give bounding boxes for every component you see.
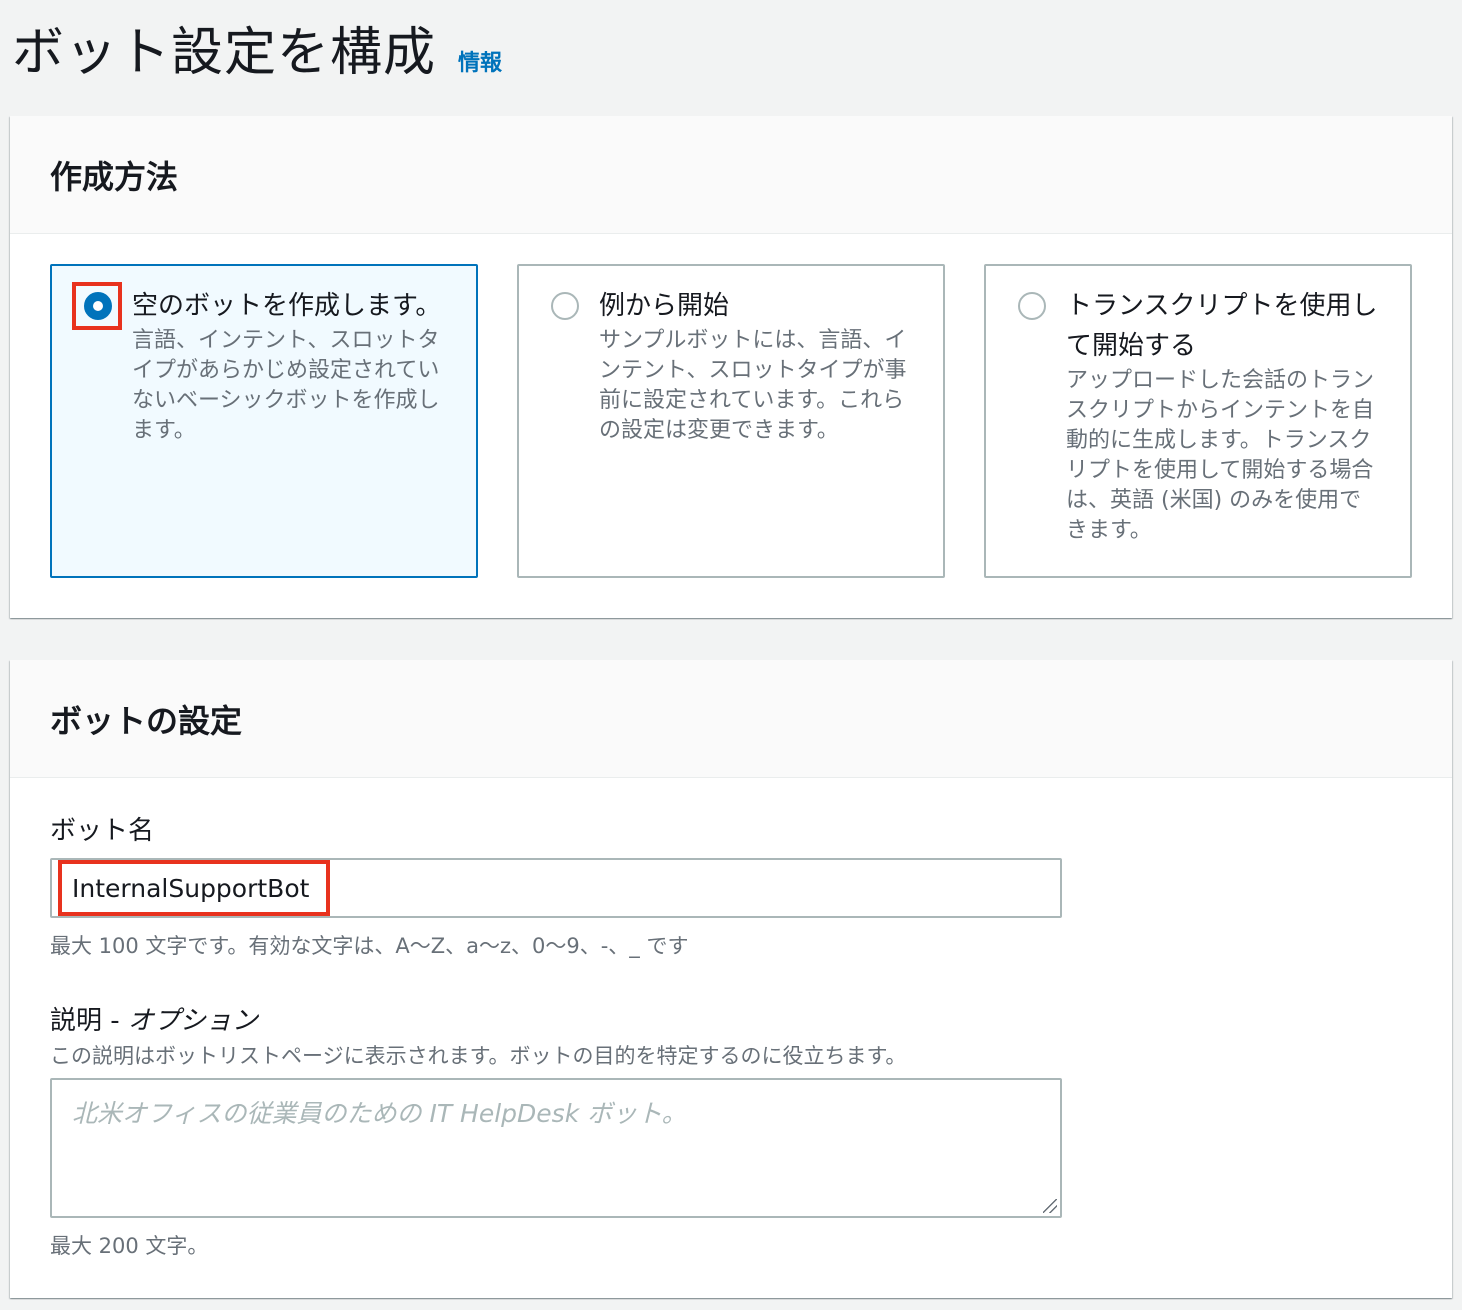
description-label: 説明 - オプション <box>50 1000 258 1037</box>
description-placeholder: 北米オフィスの従業員のための IT HelpDesk ボット。 <box>72 1099 687 1128</box>
description-hint: 最大 200 文字。 <box>50 1234 209 1258</box>
creation-method-header: 作成方法 <box>10 116 1452 234</box>
option-label: 例から開始 <box>599 291 730 321</box>
bot-settings-header: ボットの設定 <box>10 660 1452 778</box>
radio-start-with-transcript[interactable] <box>1018 292 1046 320</box>
info-link[interactable]: 情報 <box>458 45 502 77</box>
page-title: ボット設定を構成 <box>12 23 437 83</box>
bot-name-input[interactable] <box>50 858 1062 918</box>
option-label: トランスクリプトを使用して開始する <box>1066 291 1378 361</box>
creation-method-title: 作成方法 <box>50 157 179 196</box>
option-description: アップロードした会話のトランスクリプトからインテントを自動的に生成します。トラン… <box>1066 368 1375 543</box>
description-help: この説明はボットリストページに表示されます。ボットの目的を特定するのに役立ちます… <box>50 1044 907 1068</box>
bot-settings-title: ボットの設定 <box>50 701 243 740</box>
bot-name-label: ボット名 <box>50 816 155 846</box>
bot-name-hint: 最大 100 文字です。有効な文字は、A〜Z、a〜z、0〜9、-、_ です <box>50 934 689 958</box>
page-header: ボット設定を構成 情報 <box>12 10 502 85</box>
radio-create-blank-bot[interactable] <box>84 292 112 320</box>
bot-settings-panel: ボットの設定 ボット名 最大 100 文字です。有効な文字は、A〜Z、a〜z、0… <box>10 660 1452 1298</box>
description-optional: オプション <box>127 1006 258 1036</box>
option-description: サンプルボットには、言語、インテント、スロットタイプが事前に設定されています。こ… <box>599 328 907 443</box>
description-label-text: 説明 - <box>50 1006 128 1036</box>
resize-grip-icon[interactable] <box>1043 1199 1057 1213</box>
option-label: 空のボットを作成します。 <box>132 291 442 321</box>
creation-method-panel: 作成方法 空のボットを作成します。 言語、インテント、スロットタイプがあらかじめ… <box>10 116 1452 618</box>
option-start-from-example[interactable]: 例から開始 サンプルボットには、言語、インテント、スロットタイプが事前に設定され… <box>517 264 945 578</box>
option-description: 言語、インテント、スロットタイプがあらかじめ設定されていないベーシックボットを作… <box>132 328 440 443</box>
option-create-blank-bot[interactable]: 空のボットを作成します。 言語、インテント、スロットタイプがあらかじめ設定されて… <box>50 264 478 578</box>
option-start-with-transcript[interactable]: トランスクリプトを使用して開始する アップロードした会話のトランスクリプトからイ… <box>984 264 1412 578</box>
radio-start-from-example[interactable] <box>551 292 579 320</box>
description-textarea[interactable]: 北米オフィスの従業員のための IT HelpDesk ボット。 <box>50 1078 1062 1218</box>
